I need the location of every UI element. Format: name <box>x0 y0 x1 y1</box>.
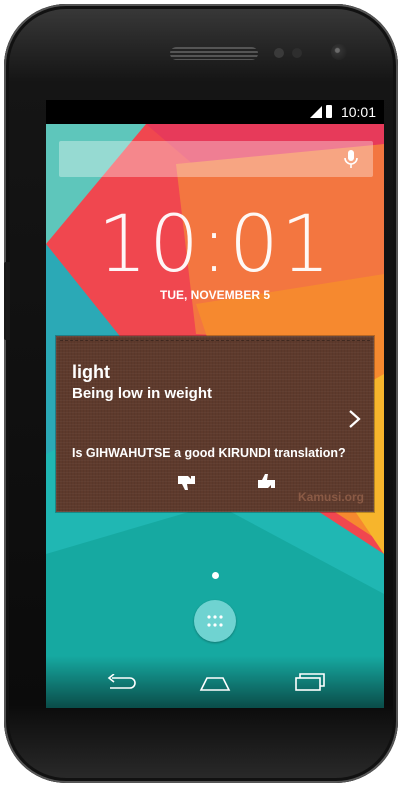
signal-icon <box>310 106 322 118</box>
phone-frame: 10:01 10:01 TUE, NOVEMBER 5 light Being … <box>4 4 398 783</box>
widget-word: light <box>72 362 110 382</box>
kamusi-widget[interactable]: light Being low in weight Is GIHWAHUTSE … <box>56 336 374 512</box>
navigation-bar <box>46 656 384 708</box>
status-time: 10:01 <box>340 104 376 120</box>
home-icon[interactable] <box>198 674 232 692</box>
front-camera <box>331 44 347 60</box>
volume-button <box>4 262 10 340</box>
app-drawer-button[interactable] <box>194 600 236 642</box>
chevron-right-icon[interactable] <box>348 408 362 430</box>
home-screen: 10:01 10:01 TUE, NOVEMBER 5 light Being … <box>46 100 384 708</box>
lockscreen-date: TUE, NOVEMBER 5 <box>159 288 270 302</box>
thumbs-down-icon[interactable] <box>176 474 196 492</box>
battery-icon <box>326 105 332 118</box>
page-indicator <box>212 572 219 579</box>
proximity-sensor <box>274 48 284 58</box>
earpiece-speaker <box>170 47 258 60</box>
mic-icon[interactable] <box>341 149 361 169</box>
light-sensor <box>292 48 302 58</box>
search-bar[interactable] <box>59 141 373 177</box>
widget-brand: Kamusi.org <box>297 490 364 504</box>
recents-icon[interactable] <box>292 672 326 692</box>
status-bar: 10:01 <box>46 100 384 124</box>
thumbs-up-icon[interactable] <box>256 472 276 490</box>
widget-definition: Being low in weight <box>72 385 212 402</box>
widget-stitch <box>60 340 370 341</box>
back-icon[interactable] <box>104 674 138 692</box>
apps-grid-icon <box>207 615 223 627</box>
widget-question: Is GIHWAHUTSE a good KIRUNDI translation… <box>72 446 346 460</box>
lockscreen-clock: 10:01 <box>97 200 333 290</box>
